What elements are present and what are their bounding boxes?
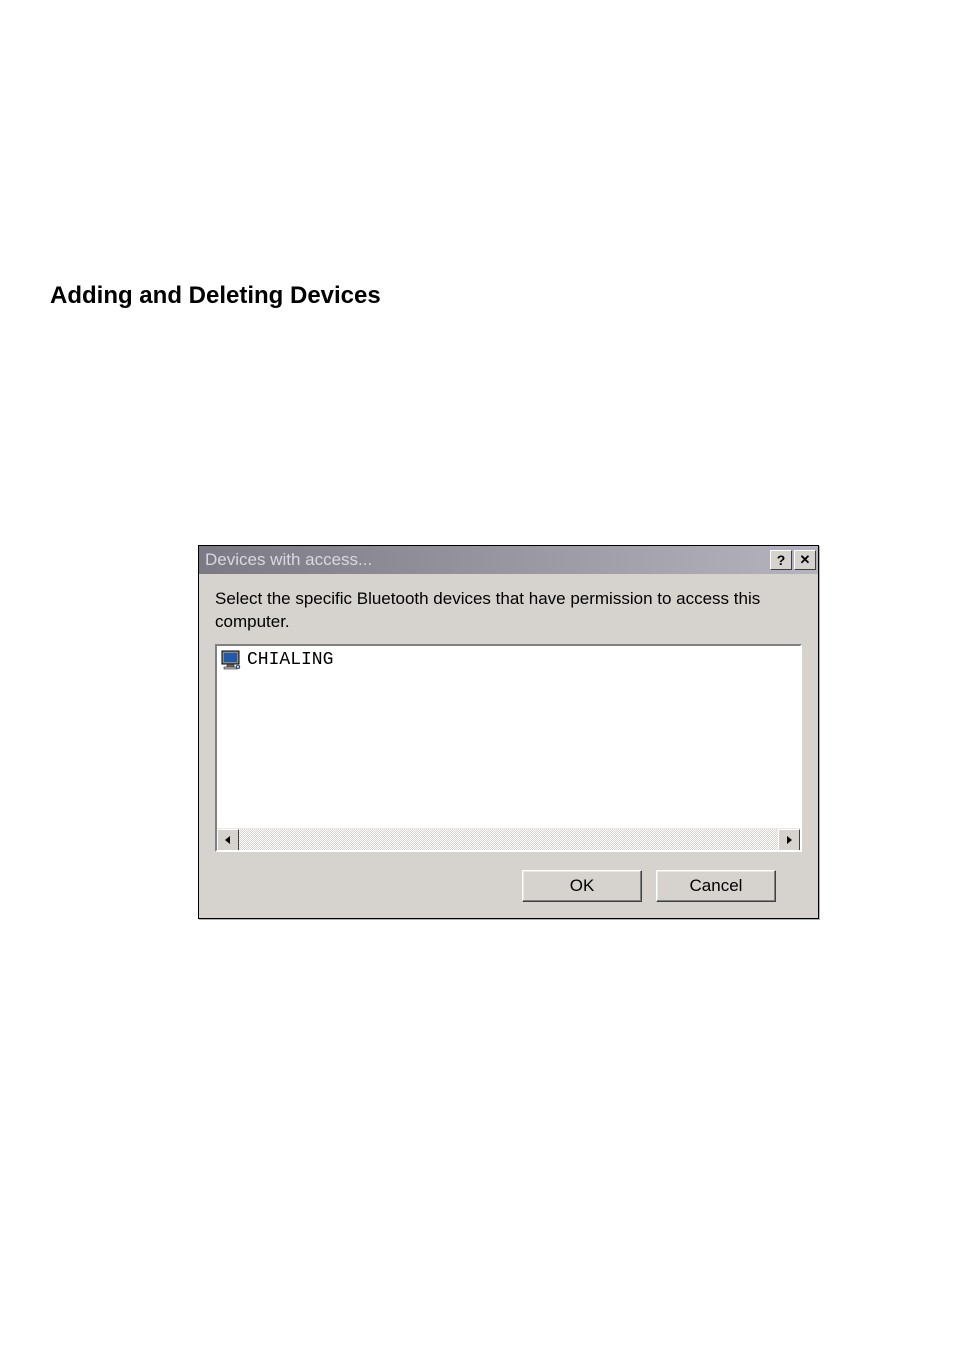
dialog-title: Devices with access... — [205, 550, 768, 570]
scroll-right-button[interactable] — [778, 829, 800, 851]
triangle-left-icon — [224, 836, 232, 844]
list-item[interactable]: CHIALING — [217, 646, 800, 674]
list-item-label: CHIALING — [247, 650, 333, 670]
ok-button[interactable]: OK — [522, 870, 642, 902]
devices-with-access-dialog: Devices with access... ? ✕ Select the sp… — [198, 545, 819, 919]
titlebar-buttons: ? ✕ — [768, 550, 816, 570]
dialog-button-row: OK Cancel — [215, 870, 802, 902]
close-button[interactable]: ✕ — [794, 550, 816, 570]
scroll-left-button[interactable] — [217, 829, 239, 851]
horizontal-scrollbar[interactable] — [217, 828, 800, 850]
triangle-right-icon — [785, 836, 793, 844]
computer-icon — [221, 650, 243, 670]
dialog-titlebar: Devices with access... ? ✕ — [199, 546, 818, 574]
dialog-body: Select the specific Bluetooth devices th… — [199, 574, 818, 918]
listbox-content: CHIALING — [217, 646, 800, 828]
context-help-button[interactable]: ? — [770, 550, 792, 570]
cancel-button[interactable]: Cancel — [656, 870, 776, 902]
device-listbox[interactable]: CHIALING — [215, 644, 802, 852]
scroll-track[interactable] — [239, 829, 778, 850]
section-heading: Adding and Deleting Devices — [50, 282, 381, 310]
dialog-instruction: Select the specific Bluetooth devices th… — [215, 588, 802, 634]
